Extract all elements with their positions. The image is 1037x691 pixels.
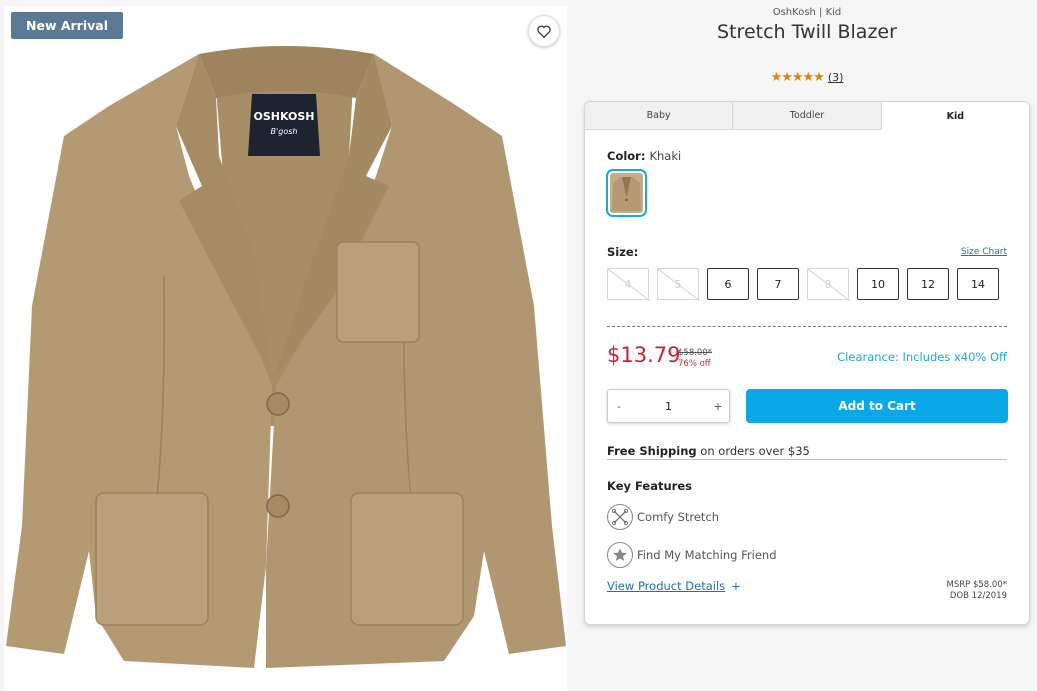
size-option-14[interactable]: 14 xyxy=(957,268,999,300)
divider xyxy=(607,326,1007,327)
product-options-card: Baby Toddler Kid Color: Khaki Size: Size … xyxy=(584,101,1030,625)
star-rating-icon: ★★★★★ xyxy=(770,70,825,85)
tab-toddler[interactable]: Toddler xyxy=(733,102,882,130)
unavailable-slash-icon xyxy=(608,269,650,301)
feature-comfy-stretch: Comfy Stretch xyxy=(607,504,719,530)
details-link-label: View Product Details xyxy=(607,579,726,593)
khaki-blazer-image: OSHKOSH B'gosh xyxy=(6,46,566,668)
divider xyxy=(607,459,1007,460)
msrp-value: MSRP $58.00* xyxy=(946,580,1007,590)
age-tabs: Baby Toddler Kid xyxy=(585,102,1029,130)
size-label: Size: xyxy=(607,245,639,259)
plus-icon: + xyxy=(731,579,741,593)
original-price: $58.00* xyxy=(678,348,712,358)
size-option-4[interactable]: 4 xyxy=(607,268,650,301)
svg-text:B'gosh: B'gosh xyxy=(271,127,298,136)
size-option-7[interactable]: 7 xyxy=(757,268,799,300)
tab-baby[interactable]: Baby xyxy=(585,102,734,130)
new-arrival-badge: New Arrival xyxy=(11,12,123,39)
favorite-button[interactable] xyxy=(528,15,560,47)
product-title: Stretch Twill Blazer xyxy=(717,21,897,43)
dob-value: DOB 12/2019 xyxy=(949,591,1007,601)
shipping-info: Free Shipping on orders over $35 xyxy=(607,444,810,458)
feature-label: Find My Matching Friend xyxy=(637,548,777,562)
stretch-icon xyxy=(607,504,633,530)
color-swatch-khaki[interactable] xyxy=(606,169,647,217)
free-shipping-label: Free Shipping xyxy=(607,444,697,458)
tab-kid[interactable]: Kid xyxy=(881,102,1029,130)
percent-off: 76% off xyxy=(678,359,711,369)
brand-line: OshKosh | Kid xyxy=(772,7,842,18)
increment-button[interactable]: + xyxy=(707,400,729,413)
size-option-label: 14 xyxy=(971,277,985,291)
size-option-6[interactable]: 6 xyxy=(707,268,749,300)
add-to-cart-button[interactable]: Add to Cart xyxy=(746,389,1008,423)
swatch-image xyxy=(610,173,643,213)
decrement-button[interactable]: - xyxy=(608,400,630,413)
product-image[interactable]: OSHKOSH B'gosh New Arrival xyxy=(4,6,567,691)
clearance-note: Clearance: Includes x40% Off xyxy=(837,350,1007,364)
review-count-link[interactable]: (3) xyxy=(828,71,844,84)
size-option-10[interactable]: 10 xyxy=(857,268,899,300)
sale-price: $13.79 xyxy=(607,343,681,367)
key-features-title: Key Features xyxy=(607,479,692,493)
color-label: Color: xyxy=(607,149,646,163)
color-row: Color: Khaki xyxy=(607,149,681,163)
unavailable-slash-icon xyxy=(658,269,700,301)
heart-icon xyxy=(537,25,551,38)
msrp-info: MSRP $58.00* DOB 12/2019 xyxy=(947,580,1007,602)
size-option-label: 7 xyxy=(774,277,782,291)
size-option-12[interactable]: 12 xyxy=(907,268,949,300)
svg-text:OSHKOSH: OSHKOSH xyxy=(254,110,315,123)
view-product-details-link[interactable]: View Product Details + xyxy=(607,579,741,593)
rating[interactable]: ★★★★★ (3) xyxy=(584,70,1030,85)
feature-label: Comfy Stretch xyxy=(637,510,720,524)
size-option-label: 6 xyxy=(724,277,732,291)
quantity-stepper: - 1 + xyxy=(607,389,730,423)
size-option-8[interactable]: 8 xyxy=(807,268,850,301)
size-option-5[interactable]: 5 xyxy=(657,268,700,301)
star-badge-icon xyxy=(607,542,633,568)
shipping-threshold: on orders over $35 xyxy=(700,444,810,458)
size-option-label: 12 xyxy=(921,277,935,291)
size-chart-link[interactable]: Size Chart xyxy=(961,247,1007,257)
feature-matching-friend: Find My Matching Friend xyxy=(607,542,777,568)
size-option-label: 10 xyxy=(871,277,885,291)
size-options: 4 5 6 7 8 10 12 14 xyxy=(607,268,999,301)
color-value: Khaki xyxy=(649,149,682,163)
quantity-input[interactable]: 1 xyxy=(630,400,707,413)
unavailable-slash-icon xyxy=(808,269,850,301)
